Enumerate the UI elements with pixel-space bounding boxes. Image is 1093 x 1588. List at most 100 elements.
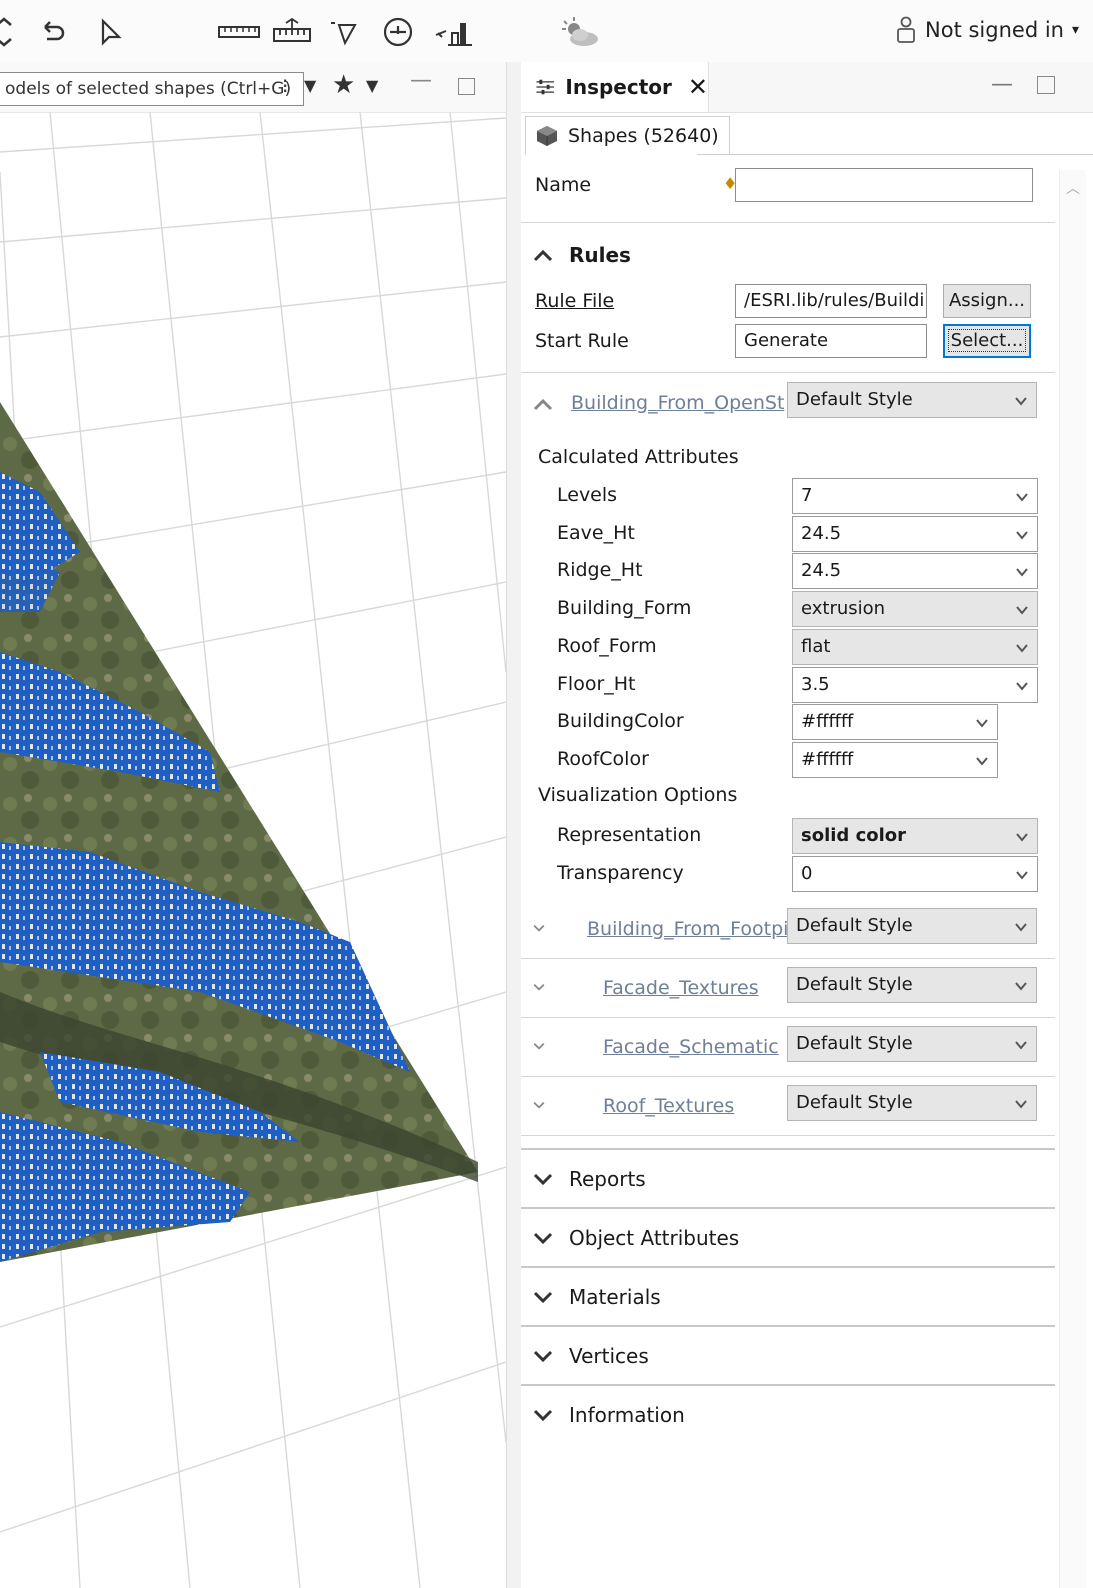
attr-label-buildingcolor: BuildingColor (557, 710, 684, 733)
subgroup-toggle[interactable] (521, 1089, 561, 1121)
chevron-down-icon (975, 705, 989, 742)
tab-underline (697, 154, 1093, 155)
lasso-icon[interactable] (326, 14, 362, 50)
chevron-down-icon[interactable]: ▾ (1072, 22, 1079, 38)
attr-label-ridge_ht: Ridge_Ht (557, 559, 643, 582)
section-title: Information (569, 1403, 685, 1427)
panel-divider[interactable] (506, 62, 522, 1588)
user-account[interactable]: Not signed in ▾ (895, 16, 1079, 44)
vis-select-representation[interactable]: solid color (792, 818, 1038, 854)
osm-group-header[interactable] (521, 388, 569, 420)
inspector-panel: Inspector ✕ — Shapes (52640) ︿ Name ♦ Ru… (521, 62, 1093, 1588)
attr-select-levels[interactable]: 7 (792, 478, 1038, 514)
scroll-up-icon[interactable]: ︿ (1066, 178, 1080, 198)
chevron-down-icon (533, 1350, 553, 1363)
vertical-scrollbar[interactable]: ︿ (1059, 170, 1086, 1588)
style-select-osm[interactable]: Default Style (787, 382, 1037, 418)
chevron-down-icon (1014, 909, 1028, 946)
user-status-label: Not signed in (925, 18, 1064, 42)
undo-icon[interactable] (34, 14, 70, 50)
chevron-down-icon (1015, 630, 1029, 667)
tab-shapes[interactable]: Shapes (52640) (525, 116, 730, 155)
close-icon[interactable]: ✕ (688, 73, 708, 101)
star-icon[interactable]: ★ (332, 70, 355, 100)
section-title: Object Attributes (569, 1226, 740, 1250)
chevron-down-icon (533, 1409, 553, 1422)
chevron-down-icon (1015, 668, 1029, 705)
vis-select-transparency[interactable]: 0 (792, 855, 1038, 894)
dropdown-arrow-icon[interactable]: ▼ (304, 76, 316, 95)
rule-link-facade-textures[interactable]: Facade_Textures (603, 977, 759, 999)
style-select-0[interactable]: Default Style (787, 908, 1037, 944)
style-select-3[interactable]: Default Style (787, 1085, 1037, 1121)
inspector-tabbar: Inspector ✕ — (521, 62, 1093, 113)
terrain-icon[interactable] (434, 14, 476, 50)
section-vertices[interactable]: Vertices (521, 1341, 1055, 1371)
rules-title: Rules (569, 243, 631, 267)
cube-icon (537, 126, 557, 146)
chevron-down-icon (533, 924, 545, 932)
weather-icon[interactable] (558, 14, 604, 50)
section-title: Reports (569, 1167, 646, 1191)
attr-select-building_form[interactable]: extrusion (792, 591, 1038, 629)
chevron-down-icon (1014, 968, 1028, 1005)
chevron-down-icon (1014, 383, 1028, 420)
tab-inspector[interactable]: Inspector ✕ (521, 62, 709, 112)
attr-label-eave_ht: Eave_Ht (557, 521, 635, 544)
toggle-icon[interactable]: ⁝ (282, 74, 288, 98)
rule-link-facade-schematic[interactable]: Facade_Schematic (603, 1036, 779, 1058)
minimize-icon[interactable]: — (991, 72, 1013, 97)
chevron-down-icon (1015, 857, 1029, 894)
rule-file-link[interactable]: Rule File (535, 290, 614, 312)
dimension-ruler-icon[interactable] (270, 14, 314, 50)
attr-select-floor_ht[interactable]: 3.5 (792, 666, 1038, 705)
attr-select-eave_ht[interactable]: 24.5 (792, 515, 1038, 554)
orbit-icon[interactable] (380, 14, 416, 50)
vis-label-transparency: Transparency (557, 861, 684, 884)
section-materials[interactable]: Materials (521, 1282, 1055, 1312)
attr-select-ridge_ht[interactable]: 24.5 (792, 553, 1038, 591)
attr-label-levels: Levels (557, 484, 618, 506)
name-input[interactable] (735, 168, 1033, 202)
3d-viewport[interactable]: odels of selected shapes (Ctrl+G) ⁝ ▼ ★ … (0, 62, 506, 1588)
dropdown-arrow-icon[interactable]: ▼ (366, 76, 378, 95)
vis-label-representation: Representation (557, 824, 702, 846)
maximize-icon[interactable] (458, 78, 475, 95)
rules-section-header[interactable]: Rules (521, 240, 1055, 270)
start-rule-input[interactable]: Generate (735, 324, 927, 358)
scene-canvas[interactable] (0, 112, 506, 1588)
visualization-options-title: Visualization Options (538, 784, 738, 806)
attr-select-roof_form[interactable]: flat (792, 628, 1038, 667)
chevron-down-icon (1015, 517, 1029, 554)
style-select-1[interactable]: Default Style (787, 967, 1037, 1003)
section-reports[interactable]: Reports (521, 1164, 1055, 1194)
maximize-icon[interactable] (1037, 76, 1055, 94)
subgroup-toggle[interactable] (521, 971, 561, 1003)
chevron-down-icon (533, 1291, 553, 1304)
section-object-attributes[interactable]: Object Attributes (521, 1223, 1055, 1253)
rule-link-roof-textures[interactable]: Roof_Textures (603, 1095, 734, 1117)
attr-label-roof_form: Roof_Form (557, 634, 657, 657)
rule-link-building-from-openst[interactable]: Building_From_OpenSt (571, 392, 784, 414)
rule-link-building-from-footpi[interactable]: Building_From_Footpi (587, 918, 788, 940)
move-icon[interactable] (0, 14, 22, 50)
subgroup-toggle[interactable] (521, 1030, 561, 1062)
attr-select-roofcolor[interactable]: #ffffff (792, 741, 998, 778)
minimize-icon[interactable]: — (410, 68, 432, 93)
attr-label-floor_ht: Floor_Ht (557, 672, 636, 695)
style-select-2[interactable]: Default Style (787, 1026, 1037, 1062)
subgroup-toggle[interactable] (521, 912, 561, 944)
section-information[interactable]: Information (521, 1400, 1055, 1430)
select-button[interactable]: Select... (943, 324, 1031, 358)
select-cursor-icon[interactable] (92, 14, 128, 50)
rule-file-input[interactable]: /ESRI.lib/rules/Buildi (735, 284, 927, 318)
ruler-icon[interactable] (216, 14, 262, 50)
viewport-header: odels of selected shapes (Ctrl+G) ⁝ ▼ ★ … (0, 62, 506, 113)
attr-select-buildingcolor[interactable]: #ffffff (792, 704, 998, 742)
chevron-down-icon (533, 1232, 553, 1245)
tooltip: odels of selected shapes (Ctrl+G) (0, 72, 305, 106)
chevron-down-icon (1015, 592, 1029, 629)
chevron-down-icon (1015, 554, 1029, 591)
assign-button[interactable]: Assign... (943, 284, 1031, 318)
shapes-tab-label: Shapes (52640) (568, 125, 719, 147)
